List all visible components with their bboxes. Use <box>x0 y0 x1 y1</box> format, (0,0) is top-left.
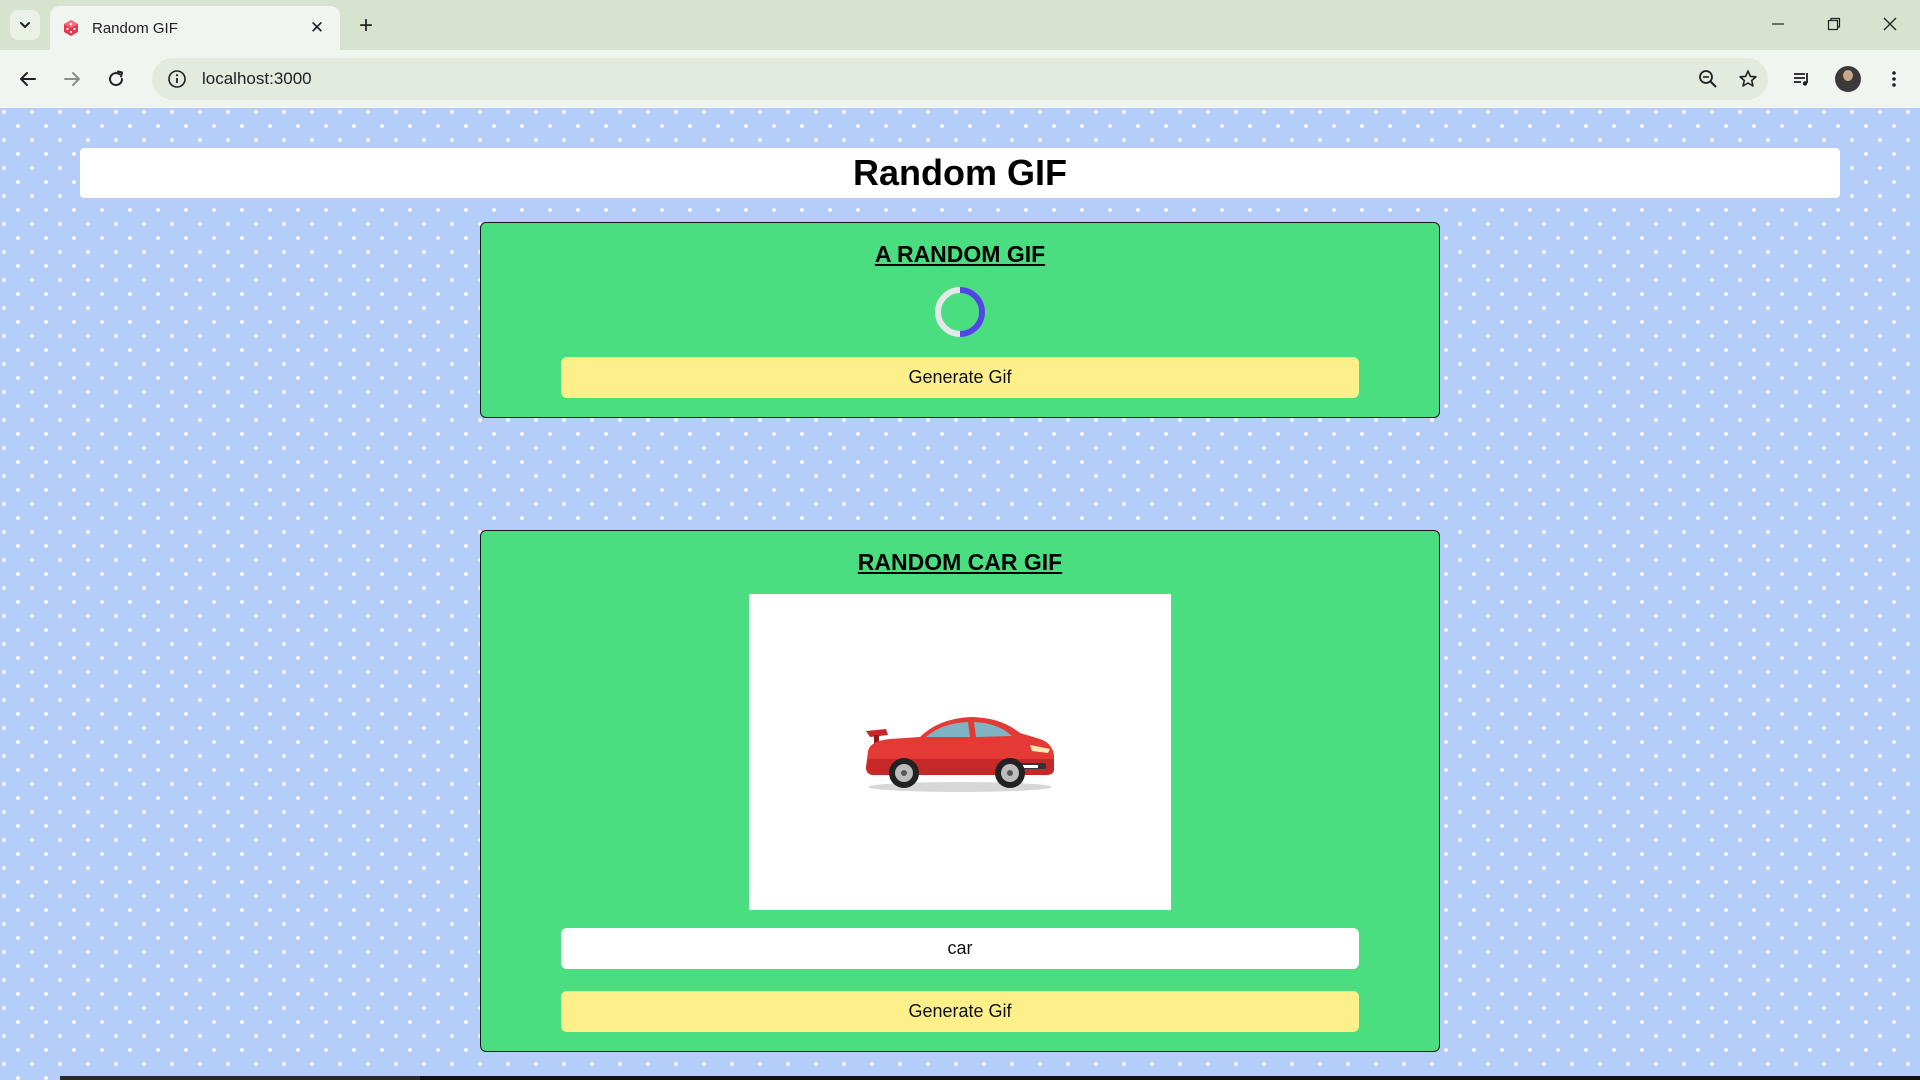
page-title: Random GIF <box>853 152 1067 193</box>
minimize-button[interactable] <box>1754 6 1802 42</box>
tab-title: Random GIF <box>92 19 178 37</box>
page-bottom-divider-left <box>60 1076 420 1080</box>
bookmark-star-icon[interactable] <box>1728 59 1768 99</box>
site-info-icon[interactable] <box>166 68 188 90</box>
forward-button[interactable] <box>56 63 88 95</box>
browser-toolbar: localhost:3000 <box>0 50 1920 108</box>
reload-icon <box>109 70 124 87</box>
arrow-left-icon <box>20 72 36 86</box>
tab-bar: Random GIF ✕ + <box>0 0 1920 50</box>
car-gif-image <box>749 594 1171 910</box>
back-button[interactable] <box>12 63 44 95</box>
tab-search-button[interactable] <box>10 10 40 40</box>
page-bottom-divider-right <box>420 1076 1920 1080</box>
generate-car-gif-button[interactable]: Generate Gif <box>561 991 1359 1032</box>
star-icon <box>1739 70 1757 87</box>
address-bar[interactable]: localhost:3000 <box>152 58 1768 100</box>
red-sports-car-icon <box>866 717 1054 792</box>
chevron-down-icon <box>20 22 30 28</box>
arrow-right-icon <box>64 72 80 86</box>
restore-button[interactable] <box>1810 6 1858 42</box>
zoom-icon[interactable] <box>1688 59 1728 99</box>
gif-tag-input[interactable] <box>561 928 1359 969</box>
close-window-button[interactable] <box>1866 6 1914 42</box>
browser-menu-button[interactable] <box>1878 63 1910 95</box>
dice-favicon-icon <box>64 20 78 36</box>
active-tab[interactable]: Random GIF ✕ <box>50 6 340 50</box>
random-gif-card-title: A RANDOM GIF <box>874 241 1046 267</box>
random-gif-card: A RANDOM GIF Generate Gif <box>480 222 1440 418</box>
media-queue-icon <box>1794 73 1808 86</box>
media-controls-button[interactable] <box>1786 63 1818 95</box>
info-icon <box>168 70 186 88</box>
restore-icon <box>1827 17 1841 31</box>
profile-button[interactable] <box>1832 63 1864 95</box>
tab-close-icon[interactable]: ✕ <box>306 17 328 39</box>
car-gif-card: RANDOM CAR GIF car Generate Gif <box>480 530 1440 1052</box>
more-vertical-icon <box>1892 71 1896 87</box>
avatar <box>1835 66 1861 92</box>
page-header: Random GIF <box>80 148 1840 198</box>
car-gif-card-title: RANDOM CAR GIF <box>857 549 1063 575</box>
loading-spinner-icon <box>935 287 985 337</box>
url-text[interactable]: localhost:3000 <box>202 69 1688 89</box>
page-viewport: Random GIF A RANDOM GIF Generate Gif RAN… <box>0 108 1920 1080</box>
close-icon <box>1883 17 1897 31</box>
zoom-out-icon <box>1699 70 1717 88</box>
new-tab-button[interactable]: + <box>352 12 380 40</box>
minimize-icon <box>1772 23 1784 25</box>
reload-button[interactable] <box>100 63 132 95</box>
generate-gif-button[interactable]: Generate Gif <box>561 357 1359 398</box>
